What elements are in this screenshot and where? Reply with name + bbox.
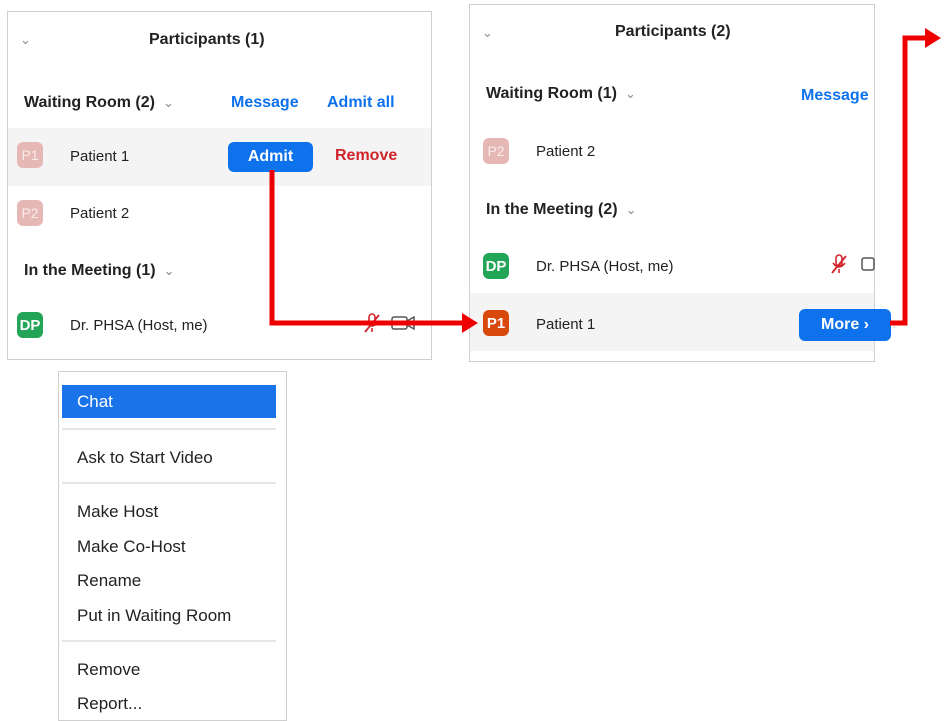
arrowhead (462, 313, 478, 333)
admit-flow-arrow (269, 170, 462, 326)
more-flow-arrow (890, 35, 925, 326)
arrowhead (925, 28, 941, 48)
annotation-arrows (269, 28, 941, 333)
